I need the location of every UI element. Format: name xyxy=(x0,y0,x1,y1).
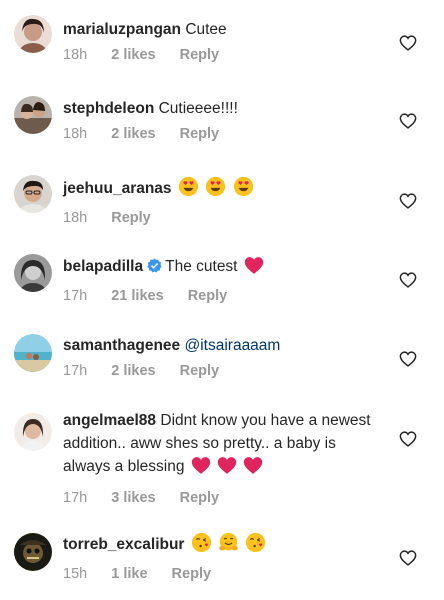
comment-username[interactable]: jeehuu_aranas xyxy=(63,180,172,197)
comment-likes[interactable]: 2 likes xyxy=(111,362,155,380)
comment-username[interactable]: samanthagenee xyxy=(63,337,180,354)
like-heart-icon[interactable] xyxy=(399,35,417,51)
comment-likes[interactable]: 2 likes xyxy=(111,125,155,143)
comment-body: belapadilla The cutest 17h 21 likes Reply xyxy=(63,255,383,305)
hugging-emoji-icon xyxy=(218,532,239,560)
mention-link[interactable]: @itsairaaaam xyxy=(184,337,280,354)
comment-body: samanthagenee @itsairaaaam 17h 2 likes R… xyxy=(63,334,383,380)
avatar[interactable] xyxy=(14,254,52,292)
comment-username[interactable]: marialuzpangan xyxy=(63,21,181,38)
comment-text: The cutest xyxy=(165,258,238,275)
red-heart-emoji-icon xyxy=(243,456,263,482)
comment-meta: 18h Reply xyxy=(63,209,383,227)
comment-username[interactable]: torreb_excalibur xyxy=(63,536,184,553)
like-heart-icon[interactable] xyxy=(399,272,417,288)
red-heart-emoji-icon xyxy=(244,256,264,282)
reply-button[interactable]: Reply xyxy=(188,287,228,305)
comment-body: stephdeleon Cutieeee!!!! 18h 2 likes Rep… xyxy=(63,97,383,143)
avatar[interactable] xyxy=(14,533,52,571)
comment-meta: 17h 21 likes Reply xyxy=(63,287,383,305)
comment-meta: 17h 2 likes Reply xyxy=(63,362,383,380)
comment-likes[interactable]: 2 likes xyxy=(111,46,155,64)
comment-body: marialuzpangan Cutee 18h 2 likes Reply xyxy=(63,18,383,64)
like-heart-icon[interactable] xyxy=(399,193,417,209)
comment-text: Cutee xyxy=(185,21,227,38)
reply-button[interactable]: Reply xyxy=(180,125,220,143)
comment-likes[interactable]: 21 likes xyxy=(111,287,163,305)
comment-time: 15h xyxy=(63,566,88,582)
comment-meta: 15h 1 like Reply xyxy=(63,565,383,583)
reply-button[interactable]: Reply xyxy=(180,362,220,380)
comment-meta: 17h 3 likes Reply xyxy=(63,489,383,507)
reply-button[interactable]: Reply xyxy=(172,565,212,583)
comment-username[interactable]: stephdeleon xyxy=(63,100,154,117)
comment-username[interactable]: angelmael88 xyxy=(63,412,156,429)
like-heart-icon[interactable] xyxy=(399,431,417,447)
comment-time: 18h xyxy=(63,210,88,226)
comment-meta: 18h 2 likes Reply xyxy=(63,125,383,143)
comment-time: 17h xyxy=(63,288,88,304)
avatar[interactable] xyxy=(14,96,52,134)
kissing-heart-emoji-icon xyxy=(245,532,266,560)
comment-meta: 18h 2 likes Reply xyxy=(63,46,383,64)
avatar[interactable] xyxy=(14,413,52,451)
heart-eyes-emoji-icon xyxy=(233,176,254,204)
comment-time: 18h xyxy=(63,126,88,142)
avatar[interactable] xyxy=(14,334,52,372)
reply-button[interactable]: Reply xyxy=(180,489,220,507)
comment-likes[interactable]: 3 likes xyxy=(111,489,155,507)
comment-body: jeehuu_aranas 18h Reply xyxy=(63,176,383,227)
reply-button[interactable]: Reply xyxy=(180,46,220,64)
like-heart-icon[interactable] xyxy=(399,351,417,367)
heart-eyes-emoji-icon xyxy=(205,176,226,204)
reply-button[interactable]: Reply xyxy=(111,209,151,227)
comment-likes[interactable]: 1 like xyxy=(111,565,147,583)
like-heart-icon[interactable] xyxy=(399,113,417,129)
comment-body: angelmael88 Didnt know you have a newest… xyxy=(63,409,383,507)
comment-time: 17h xyxy=(63,363,88,379)
red-heart-emoji-icon xyxy=(191,456,211,482)
comment-text: Cutieeee!!!! xyxy=(158,100,238,117)
comment-time: 17h xyxy=(63,490,88,506)
verified-badge-icon xyxy=(147,257,162,280)
like-heart-icon[interactable] xyxy=(399,550,417,566)
heart-eyes-emoji-icon xyxy=(178,176,199,204)
kissing-heart-emoji-icon xyxy=(191,532,212,560)
avatar[interactable] xyxy=(14,15,52,53)
comment-username[interactable]: belapadilla xyxy=(63,258,143,275)
red-heart-emoji-icon xyxy=(217,456,237,482)
comment-body: torreb_excalibur 15h 1 like Reply xyxy=(63,532,383,583)
comment-time: 18h xyxy=(63,47,88,63)
avatar[interactable] xyxy=(14,175,52,213)
